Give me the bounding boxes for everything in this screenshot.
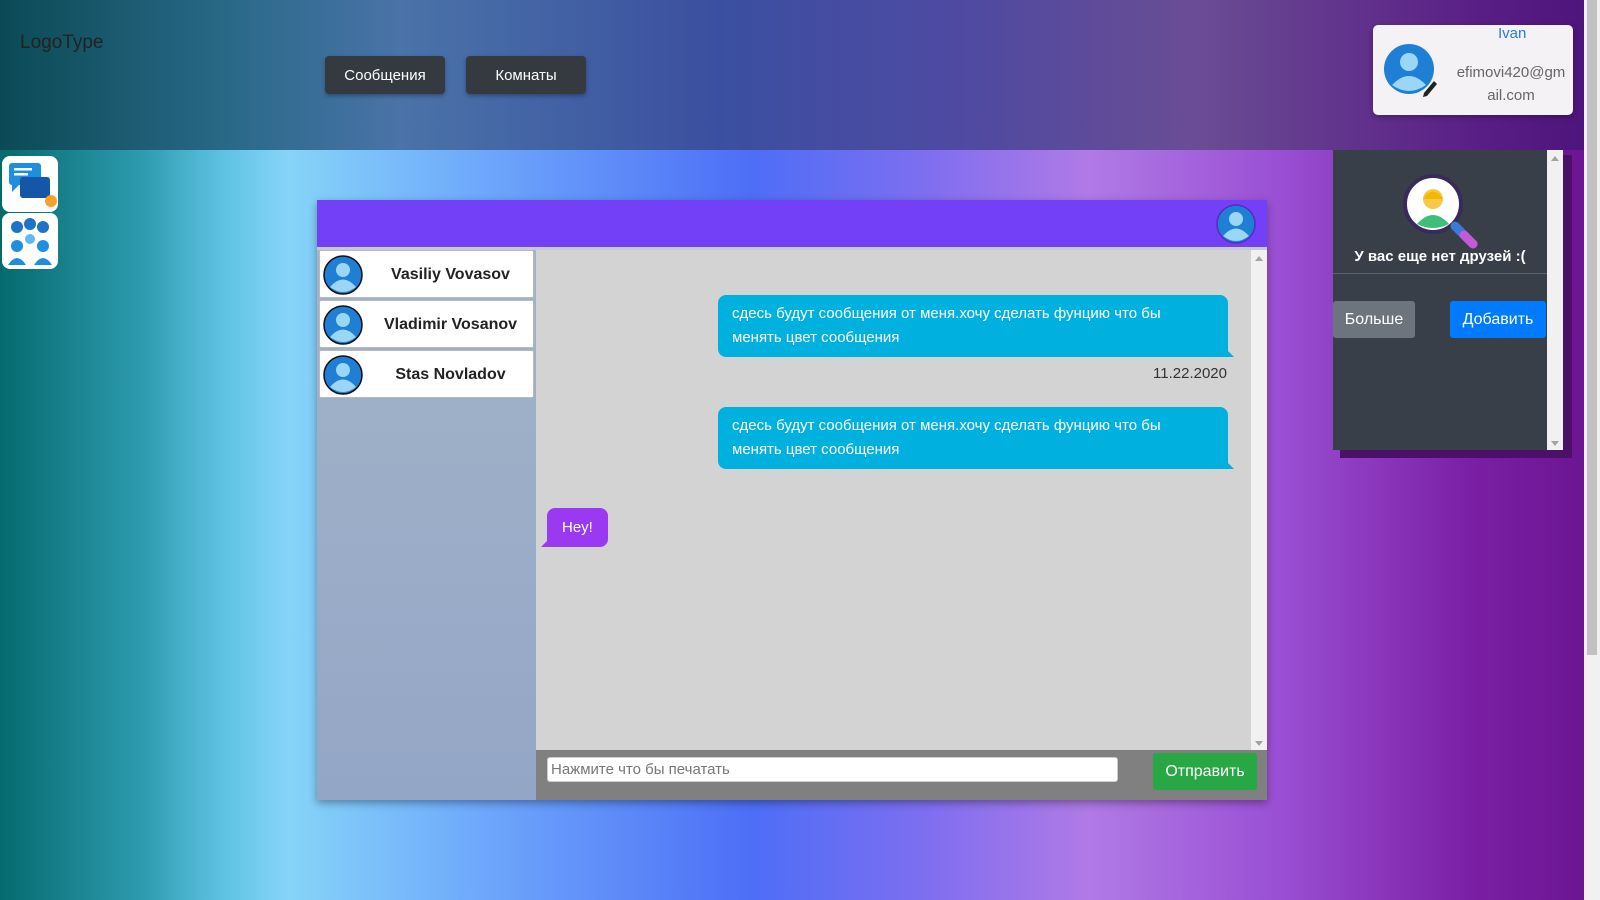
scroll-up-icon[interactable] [1255, 256, 1263, 261]
scroll-down-icon[interactable] [1255, 741, 1263, 746]
nav-rooms-button[interactable]: Комнаты [466, 56, 586, 94]
profile-email: efimovi420@gmail.com [1456, 64, 1566, 104]
sidebar-item-messages[interactable] [2, 156, 58, 212]
profile-card[interactable]: Ivan efimovi420@gmail.com [1373, 25, 1573, 115]
contact-name: Stas Novladov [395, 366, 506, 383]
outgoing-message: сдесь будут сообщения от меня.хочу сдела… [718, 295, 1234, 357]
scroll-down-icon[interactable] [1551, 441, 1559, 446]
messages-area[interactable]: сдесь будут сообщения от меня.хочу сдела… [536, 247, 1251, 750]
chat-window: Vasiliy Vovasov Vladimir Vosanov Stas No… [317, 200, 1267, 800]
no-friends-text: У вас еще нет друзей :( [1333, 248, 1547, 274]
contact-avatar-icon [323, 255, 363, 295]
contacts-list: Vasiliy Vovasov Vladimir Vosanov Stas No… [317, 247, 536, 800]
group-icon [8, 218, 52, 265]
chat-bubbles-icon [9, 163, 57, 207]
page-scrollbar[interactable] [1584, 0, 1600, 900]
profile-name: Ivan [1498, 25, 1527, 42]
contact-name: Vladimir Vosanov [383, 316, 518, 333]
chat-header [317, 200, 1267, 247]
scroll-up-icon[interactable] [1551, 156, 1559, 161]
nav-messages-button[interactable]: Сообщения [325, 56, 445, 94]
chat-avatar-icon[interactable] [1216, 204, 1256, 244]
messages-scrollbar[interactable] [1251, 247, 1267, 750]
friends-scrollbar[interactable] [1547, 150, 1563, 450]
send-button[interactable]: Отправить [1153, 753, 1257, 790]
page-scrollbar-thumb[interactable] [1587, 0, 1597, 655]
more-button[interactable]: Больше [1333, 301, 1415, 338]
contact-avatar-icon [323, 355, 363, 395]
message-date: 11.22.2020 [1153, 365, 1227, 382]
add-friend-button[interactable]: Добавить [1450, 301, 1546, 338]
logo: LogoType [20, 32, 104, 53]
contact-avatar-icon [323, 305, 363, 345]
contact-item[interactable]: Vladimir Vosanov [319, 300, 534, 348]
contact-item[interactable]: Vasiliy Vovasov [319, 250, 534, 298]
friends-panel: У вас еще нет друзей :( Больше Добавить [1333, 150, 1563, 450]
message-input[interactable] [547, 757, 1118, 782]
contact-item[interactable]: Stas Novladov [319, 350, 534, 398]
composer-bar: Отправить [536, 750, 1267, 800]
search-friends-icon [1401, 172, 1481, 252]
profile-avatar-icon[interactable] [1384, 43, 1438, 97]
outgoing-message: сдесь будут сообщения от меня.хочу сдела… [718, 407, 1234, 469]
contact-name: Vasiliy Vovasov [391, 266, 510, 283]
top-header: LogoType Сообщения Комнаты Ivan efimovi4… [0, 0, 1600, 150]
incoming-message: Hey! [541, 508, 608, 547]
sidebar-item-rooms[interactable] [2, 213, 58, 269]
